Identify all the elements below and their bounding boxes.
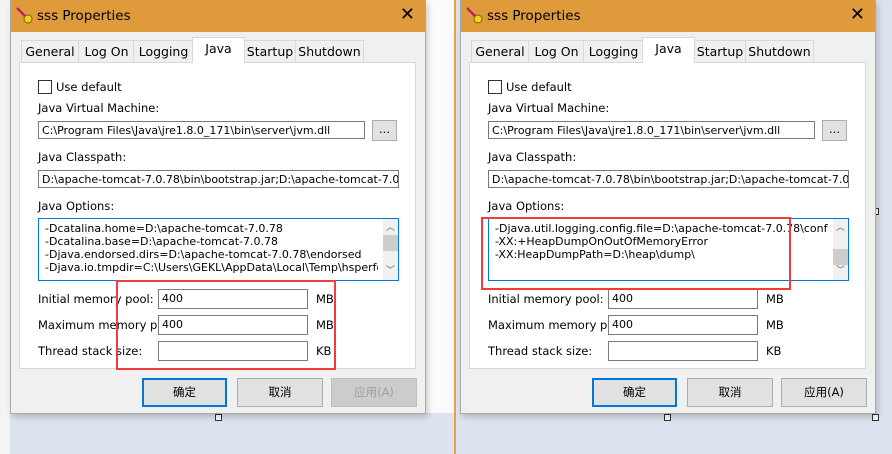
scrollbar-thumb[interactable] bbox=[383, 235, 398, 251]
title-bar[interactable]: sss Properties ✕ bbox=[461, 0, 875, 32]
window-border-accent bbox=[454, 0, 456, 454]
tab-logging[interactable]: Logging bbox=[583, 40, 644, 62]
cancel-button[interactable]: 取消 bbox=[237, 378, 323, 407]
title-bar[interactable]: sss Properties ✕ bbox=[11, 0, 425, 32]
tab-general[interactable]: General bbox=[471, 40, 529, 62]
cancel-button[interactable]: 取消 bbox=[687, 378, 773, 407]
browse-button[interactable]: ... bbox=[822, 120, 847, 141]
options-scrollbar[interactable]: ︿ ﹀ bbox=[833, 219, 848, 280]
classpath-label: Java Classpath: bbox=[488, 150, 577, 164]
java-option-line: -Djava.io.tmpdir=C:\Users\GEKL\AppData\L… bbox=[45, 261, 378, 274]
thread-stack-label: Thread stack size: bbox=[488, 344, 593, 358]
ok-button[interactable]: 确定 bbox=[592, 378, 677, 407]
use-default-label: Use default bbox=[56, 80, 122, 94]
highlight-box bbox=[481, 217, 791, 290]
resize-handle[interactable] bbox=[664, 414, 671, 421]
thread-stack-input[interactable] bbox=[608, 341, 758, 361]
java-option-line: -Dcatalina.home=D:\apache-tomcat-7.0.78 bbox=[45, 222, 283, 235]
apply-button[interactable]: 应用(A) bbox=[781, 378, 867, 407]
highlight-box bbox=[116, 280, 336, 370]
background-window-strip bbox=[0, 0, 10, 454]
close-icon[interactable]: ✕ bbox=[850, 4, 865, 25]
classpath-label: Java Classpath: bbox=[38, 150, 127, 164]
dialog-title: sss Properties bbox=[487, 8, 581, 24]
tab-startup[interactable]: Startup bbox=[243, 40, 297, 62]
classpath-input[interactable]: D:\apache-tomcat-7.0.78\bin\bootstrap.ja… bbox=[38, 170, 399, 188]
thread-stack-unit: KB bbox=[766, 344, 782, 358]
max-memory-input[interactable]: 400 bbox=[608, 315, 758, 335]
resize-handle[interactable] bbox=[872, 414, 879, 421]
java-option-line: -Djava.endorsed.dirs=D:\apache-tomcat-7.… bbox=[45, 248, 362, 261]
max-memory-unit: MB bbox=[766, 318, 784, 332]
java-option-line: -Dcatalina.base=D:\apache-tomcat-7.0.78 bbox=[45, 235, 278, 248]
use-default-checkbox[interactable] bbox=[488, 80, 502, 94]
tomcat-service-icon bbox=[16, 7, 33, 24]
tab-java[interactable]: Java bbox=[642, 37, 695, 63]
properties-dialog: sss Properties ✕ General Log On Logging Jav… bbox=[460, 0, 876, 414]
dialog-title: sss Properties bbox=[37, 8, 131, 24]
scroll-up-icon[interactable]: ︿ bbox=[383, 221, 398, 235]
use-default-label: Use default bbox=[506, 80, 572, 94]
resize-handle[interactable] bbox=[215, 414, 222, 421]
scrollbar-thumb[interactable] bbox=[833, 249, 848, 265]
jvm-label: Java Virtual Machine: bbox=[488, 101, 610, 115]
options-label: Java Options: bbox=[488, 199, 565, 213]
tab-log-on[interactable]: Log On bbox=[78, 40, 135, 62]
tab-logging[interactable]: Logging bbox=[133, 40, 194, 62]
java-options-textarea[interactable]: -Dcatalina.home=D:\apache-tomcat-7.0.78-… bbox=[38, 218, 399, 281]
tab-general[interactable]: General bbox=[21, 40, 79, 62]
initial-memory-unit: MB bbox=[766, 292, 784, 306]
use-default-checkbox[interactable] bbox=[38, 80, 52, 94]
jvm-input[interactable]: C:\Program Files\Java\jre1.8.0_171\bin\s… bbox=[38, 121, 365, 139]
tomcat-service-icon bbox=[466, 7, 483, 24]
tab-startup[interactable]: Startup bbox=[693, 40, 747, 62]
initial-memory-input[interactable]: 400 bbox=[608, 289, 758, 309]
scroll-down-icon[interactable]: ﹀ bbox=[383, 264, 398, 278]
jvm-input[interactable]: C:\Program Files\Java\jre1.8.0_171\bin\s… bbox=[488, 121, 815, 139]
browse-button[interactable]: ... bbox=[372, 120, 397, 141]
classpath-input[interactable]: D:\apache-tomcat-7.0.78\bin\bootstrap.ja… bbox=[488, 170, 849, 188]
tab-shutdown[interactable]: Shutdown bbox=[295, 40, 364, 62]
tab-log-on[interactable]: Log On bbox=[528, 40, 585, 62]
tab-shutdown[interactable]: Shutdown bbox=[745, 40, 814, 62]
properties-dialog: sss Properties ✕ General Log On Logging Jav… bbox=[10, 0, 426, 414]
options-scrollbar[interactable]: ︿ ﹀ bbox=[383, 219, 398, 280]
scroll-down-icon[interactable]: ﹀ bbox=[833, 264, 848, 278]
ok-button[interactable]: 确定 bbox=[142, 378, 227, 407]
initial-memory-label: Initial memory pool: bbox=[488, 292, 604, 306]
options-label: Java Options: bbox=[38, 199, 115, 213]
tab-java[interactable]: Java bbox=[192, 37, 245, 63]
scroll-up-icon[interactable]: ︿ bbox=[833, 221, 848, 235]
jvm-label: Java Virtual Machine: bbox=[38, 101, 160, 115]
close-icon[interactable]: ✕ bbox=[400, 4, 415, 25]
apply-button[interactable]: 应用(A) bbox=[331, 378, 417, 407]
